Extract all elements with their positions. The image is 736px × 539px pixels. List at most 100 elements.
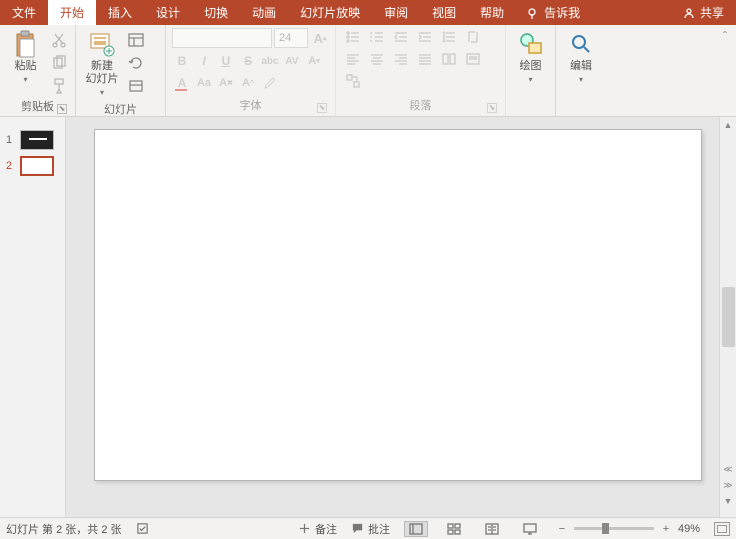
tab-view[interactable]: 视图 (420, 0, 468, 25)
convert-smartart-button[interactable] (342, 72, 364, 90)
notes-button[interactable]: 备注 (298, 521, 337, 537)
group-font: 24 A▴ B I U S abc AV A▾ A Aa A✖ A^ 字体 ⬊ (166, 25, 336, 116)
align-right-button[interactable] (390, 50, 412, 68)
align-left-button[interactable] (342, 50, 364, 68)
font-family-combo[interactable] (172, 28, 272, 48)
status-bar: 幻灯片 第 2 张，共 2 张 备注 批注 − + 49% (0, 517, 736, 539)
zoom-out-button[interactable]: − (556, 523, 568, 535)
slide-counter[interactable]: 幻灯片 第 2 张，共 2 张 (6, 521, 122, 537)
tab-animation[interactable]: 动画 (240, 0, 288, 25)
prev-slide-button[interactable]: ≪ (720, 461, 736, 477)
superscript-button[interactable]: A^ (238, 74, 258, 92)
slide-canvas-area[interactable] (66, 117, 719, 517)
line-spacing-button[interactable] (438, 28, 460, 46)
thumbnail-1[interactable]: 1 (0, 127, 65, 153)
new-slide-button[interactable]: 新建幻灯片 ▾ (82, 28, 122, 99)
font-size-combo[interactable]: 24 (274, 28, 308, 48)
ribbon: 粘贴▾ 剪贴板⬊ 新建幻灯片 ▾ 幻灯片 (0, 25, 736, 117)
shadow-button[interactable]: abc (260, 52, 280, 70)
scroll-thumb[interactable] (722, 287, 735, 347)
tell-me[interactable]: 告诉我 (516, 0, 590, 25)
new-slide-label1: 新建 (91, 60, 113, 72)
drawing-button[interactable]: 绘图▾ (512, 28, 549, 86)
shapes-icon (517, 30, 545, 58)
spell-check-button[interactable] (136, 522, 149, 535)
italic-button[interactable]: I (194, 52, 214, 70)
collapse-ribbon-button[interactable]: ˆ (714, 25, 736, 116)
paste-button[interactable]: 粘贴▾ (6, 28, 45, 86)
font-launcher[interactable]: ⬊ (317, 103, 327, 113)
group-drawing: 绘图▾ (506, 25, 556, 116)
tab-help[interactable]: 帮助 (468, 0, 516, 25)
paragraph-group-label: 段落 (410, 100, 432, 112)
paragraph-launcher[interactable]: ⬊ (487, 103, 497, 113)
thumbnail-number: 1 (6, 134, 14, 146)
thumbnail-preview (20, 156, 54, 176)
comments-button[interactable]: 批注 (351, 521, 390, 537)
group-editing: 编辑▾ (556, 25, 606, 116)
group-slides: 新建幻灯片 ▾ 幻灯片 (76, 25, 166, 116)
text-direction-button[interactable] (462, 28, 484, 46)
bold-button[interactable]: B (172, 52, 192, 70)
reading-view-button[interactable] (480, 521, 504, 537)
clipboard-group-label: 剪贴板 (21, 101, 54, 113)
cut-button[interactable] (49, 30, 69, 50)
reset-button[interactable] (126, 53, 146, 73)
editing-button[interactable]: 编辑▾ (562, 28, 600, 86)
change-case-button[interactable]: Aa (194, 74, 214, 92)
zoom-slider[interactable] (574, 527, 654, 530)
decrease-font-button[interactable]: A▾ (304, 52, 324, 70)
tab-design[interactable]: 设计 (144, 0, 192, 25)
tab-home[interactable]: 开始 (48, 0, 96, 25)
clipboard-launcher[interactable]: ⬊ (57, 104, 67, 114)
zoom-percent[interactable]: 49% (678, 523, 700, 535)
slide-thumbnails-pane: 1 2 (0, 117, 66, 517)
share-button[interactable]: 共享 (671, 0, 736, 25)
slideshow-view-button[interactable] (518, 521, 542, 537)
columns-button[interactable] (438, 50, 460, 68)
font-group-label: 字体 (240, 100, 262, 112)
notes-label: 备注 (315, 521, 337, 537)
char-spacing-button[interactable]: AV (282, 52, 302, 70)
normal-view-button[interactable] (404, 521, 428, 537)
numbering-button[interactable] (366, 28, 388, 46)
fit-to-window-button[interactable] (714, 522, 730, 536)
increase-font-button[interactable]: A▴ (310, 29, 330, 47)
zoom-in-button[interactable]: + (660, 523, 672, 535)
tab-slideshow[interactable]: 幻灯片放映 (288, 0, 372, 25)
find-icon (567, 30, 595, 58)
tab-file[interactable]: 文件 (0, 0, 48, 25)
layout-button[interactable] (126, 30, 146, 50)
tab-transition[interactable]: 切换 (192, 0, 240, 25)
font-color-button[interactable]: A (172, 74, 192, 92)
format-painter-button[interactable] (49, 76, 69, 96)
lightbulb-icon (526, 7, 538, 19)
highlight-button[interactable] (260, 74, 280, 92)
align-text-button[interactable] (462, 50, 484, 68)
align-center-button[interactable] (366, 50, 388, 68)
sorter-view-button[interactable] (442, 521, 466, 537)
slide[interactable] (94, 129, 702, 481)
indent-inc-button[interactable] (414, 28, 436, 46)
indent-dec-button[interactable] (390, 28, 412, 46)
scroll-up-button[interactable]: ▲ (720, 117, 736, 133)
underline-button[interactable]: U (216, 52, 236, 70)
justify-button[interactable] (414, 50, 436, 68)
next-slide-button[interactable]: ≫ (720, 477, 736, 493)
tab-review[interactable]: 审阅 (372, 0, 420, 25)
tab-insert[interactable]: 插入 (96, 0, 144, 25)
zoom-slider-thumb[interactable] (602, 523, 609, 534)
group-paragraph: 段落 ⬊ (336, 25, 506, 116)
zoom-control: − + 49% (556, 523, 700, 535)
strikethrough-button[interactable]: S (238, 52, 258, 70)
bullets-button[interactable] (342, 28, 364, 46)
new-slide-icon (88, 30, 116, 58)
copy-button[interactable] (49, 53, 69, 73)
tab-strip: 文件 开始 插入 设计 切换 动画 幻灯片放映 审阅 视图 帮助 告诉我 共享 (0, 0, 736, 25)
vertical-scrollbar[interactable]: ▲ ≪ ≫ ▼ (719, 117, 736, 517)
clear-format-button[interactable]: A✖ (216, 74, 236, 92)
scroll-down-button[interactable]: ▼ (720, 493, 736, 509)
share-label: 共享 (700, 4, 724, 21)
thumbnail-2[interactable]: 2 (0, 153, 65, 179)
section-button[interactable] (126, 76, 146, 96)
